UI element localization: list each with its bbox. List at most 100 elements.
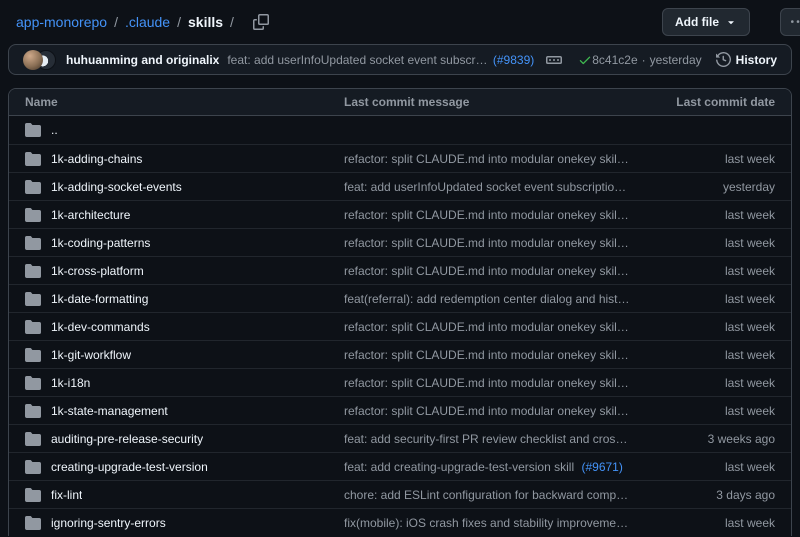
name-cell: 1k-cross-platform: [25, 263, 344, 279]
kebab-horizontal-icon: [791, 15, 800, 29]
row-pr-link[interactable]: (#9687): [633, 376, 655, 390]
table-row[interactable]: 1k-architecture refactor: split CLAUDE.m…: [9, 200, 791, 228]
message-cell: feat: add userInfoUpdated socket event s…: [344, 180, 655, 194]
row-name-link[interactable]: creating-upgrade-test-version: [51, 460, 208, 474]
row-message-text[interactable]: chore: add ESLint configuration for back…: [344, 488, 655, 502]
table-row[interactable]: 1k-adding-chains refactor: split CLAUDE.…: [9, 144, 791, 172]
name-cell: 1k-dev-commands: [25, 319, 344, 335]
row-name-link[interactable]: 1k-adding-chains: [51, 152, 142, 166]
row-pr-link[interactable]: (#9671): [581, 460, 622, 474]
table-row[interactable]: 1k-i18n refactor: split CLAUDE.md into m…: [9, 368, 791, 396]
table-row[interactable]: 1k-dev-commands refactor: split CLAUDE.m…: [9, 312, 791, 340]
row-name-link[interactable]: 1k-date-formatting: [51, 292, 148, 306]
folder-icon: [25, 179, 41, 195]
author-avatars[interactable]: [23, 50, 56, 70]
commit-pr-link[interactable]: (#9839): [493, 53, 534, 67]
row-name-link[interactable]: 1k-i18n: [51, 376, 90, 390]
breadcrumb-separator: /: [114, 14, 118, 30]
row-message-text[interactable]: fix(mobile): iOS crash fixes and stabili…: [344, 516, 632, 530]
row-name-link[interactable]: 1k-git-workflow: [51, 348, 131, 362]
row-pr-link[interactable]: (#9687): [633, 264, 655, 278]
breadcrumb-current-dir: skills: [188, 14, 223, 30]
row-pr-link[interactable]: (#9687): [633, 208, 655, 222]
latest-commit-bar: huhuanming and originalix feat: add user…: [8, 44, 792, 75]
row-name-link[interactable]: auditing-pre-release-security: [51, 432, 203, 446]
table-row[interactable]: fix-lint chore: add ESLint configuration…: [9, 480, 791, 508]
row-name-link[interactable]: 1k-adding-socket-events: [51, 180, 182, 194]
row-message-text[interactable]: refactor: split CLAUDE.md into modular o…: [344, 264, 629, 278]
triangle-down-icon: [725, 16, 737, 28]
commit-message-link[interactable]: feat: add userInfoUpdated socket event s…: [227, 53, 489, 67]
commit-comments-button[interactable]: [546, 52, 562, 68]
row-name-link[interactable]: 1k-dev-commands: [51, 320, 150, 334]
table-row[interactable]: creating-upgrade-test-version feat: add …: [9, 452, 791, 480]
row-message-text[interactable]: feat(referral): add redemption center di…: [344, 292, 655, 306]
name-cell: auditing-pre-release-security: [25, 431, 344, 447]
row-message-text[interactable]: refactor: split CLAUDE.md into modular o…: [344, 348, 629, 362]
table-row[interactable]: 1k-adding-socket-events feat: add userIn…: [9, 172, 791, 200]
row-message-text[interactable]: feat: add security-first PR review check…: [344, 432, 655, 446]
column-header-last-commit-date: Last commit date: [655, 95, 775, 109]
commit-checks-status-button[interactable]: [578, 53, 592, 67]
message-cell: refactor: split CLAUDE.md into modular o…: [344, 348, 655, 362]
row-name-link[interactable]: fix-lint: [51, 488, 82, 502]
row-date: 3 days ago: [655, 488, 775, 502]
row-message-text[interactable]: refactor: split CLAUDE.md into modular o…: [344, 208, 629, 222]
table-row[interactable]: ignoring-sentry-errors fix(mobile): iOS …: [9, 508, 791, 536]
table-row[interactable]: 1k-coding-patterns refactor: split CLAUD…: [9, 228, 791, 256]
row-pr-link[interactable]: (#9687): [633, 152, 655, 166]
name-cell: 1k-adding-chains: [25, 151, 344, 167]
table-row[interactable]: 1k-git-workflow refactor: split CLAUDE.m…: [9, 340, 791, 368]
name-cell: ignoring-sentry-errors: [25, 515, 344, 531]
row-pr-link[interactable]: (#9687): [633, 404, 655, 418]
row-name-link[interactable]: 1k-cross-platform: [51, 264, 144, 278]
table-row[interactable]: 1k-date-formatting feat(referral): add r…: [9, 284, 791, 312]
row-message-text[interactable]: refactor: split CLAUDE.md into modular o…: [344, 404, 629, 418]
avatar[interactable]: [23, 50, 43, 70]
name-cell: 1k-architecture: [25, 207, 344, 223]
table-row[interactable]: 1k-state-management refactor: split CLAU…: [9, 396, 791, 424]
row-message-text[interactable]: feat: add userInfoUpdated socket event s…: [344, 180, 626, 194]
message-cell: refactor: split CLAUDE.md into modular o…: [344, 320, 655, 334]
row-pr-link[interactable]: (#9839): [628, 180, 655, 194]
add-file-button[interactable]: Add file: [662, 8, 750, 36]
breadcrumb-repo-link[interactable]: app-monorepo: [16, 14, 107, 30]
more-options-button[interactable]: [780, 8, 800, 36]
row-name-link[interactable]: ignoring-sentry-errors: [51, 516, 166, 530]
breadcrumb: app-monorepo / .claude / skills /: [16, 12, 271, 32]
row-name-link[interactable]: ..: [51, 123, 58, 137]
commit-comments-icon: [546, 52, 562, 68]
row-name-link[interactable]: 1k-coding-patterns: [51, 236, 150, 250]
row-name-link[interactable]: 1k-state-management: [51, 404, 168, 418]
row-pr-link[interactable]: (#9687): [633, 320, 655, 334]
row-message-text[interactable]: refactor: split CLAUDE.md into modular o…: [344, 152, 629, 166]
copy-path-button[interactable]: [251, 12, 271, 32]
name-cell: 1k-i18n: [25, 375, 344, 391]
table-row[interactable]: 1k-cross-platform refactor: split CLAUDE…: [9, 256, 791, 284]
row-message-text[interactable]: refactor: split CLAUDE.md into modular o…: [344, 376, 629, 390]
row-message-text[interactable]: refactor: split CLAUDE.md into modular o…: [344, 236, 629, 250]
copy-icon: [253, 14, 269, 30]
row-message-text[interactable]: feat: add creating-upgrade-test-version …: [344, 460, 574, 474]
history-button[interactable]: History: [716, 52, 777, 67]
message-cell: feat(referral): add redemption center di…: [344, 292, 655, 306]
row-date: last week: [655, 292, 775, 306]
folder-icon: [25, 235, 41, 251]
message-cell: refactor: split CLAUDE.md into modular o…: [344, 208, 655, 222]
message-cell: refactor: split CLAUDE.md into modular o…: [344, 236, 655, 250]
commit-time: yesterday: [650, 53, 702, 67]
commit-authors[interactable]: huhuanming and originalix: [66, 53, 219, 67]
breadcrumb-parent-link[interactable]: .claude: [125, 14, 170, 30]
table-row[interactable]: auditing-pre-release-security feat: add …: [9, 424, 791, 452]
row-pr-link[interactable]: (#9687): [633, 348, 655, 362]
topbar-actions: Add file: [662, 8, 800, 36]
row-date: last week: [655, 208, 775, 222]
row-message-text[interactable]: refactor: split CLAUDE.md into modular o…: [344, 320, 629, 334]
row-pr-link[interactable]: (#9677): [639, 516, 655, 530]
commit-sha-link[interactable]: 8c41c2e: [592, 53, 637, 67]
row-name-link[interactable]: 1k-architecture: [51, 208, 130, 222]
row-pr-link[interactable]: (#9687): [633, 236, 655, 250]
message-cell: fix(mobile): iOS crash fixes and stabili…: [344, 516, 655, 530]
table-row[interactable]: ..: [9, 116, 791, 144]
topbar: app-monorepo / .claude / skills / Add fi…: [0, 0, 800, 44]
